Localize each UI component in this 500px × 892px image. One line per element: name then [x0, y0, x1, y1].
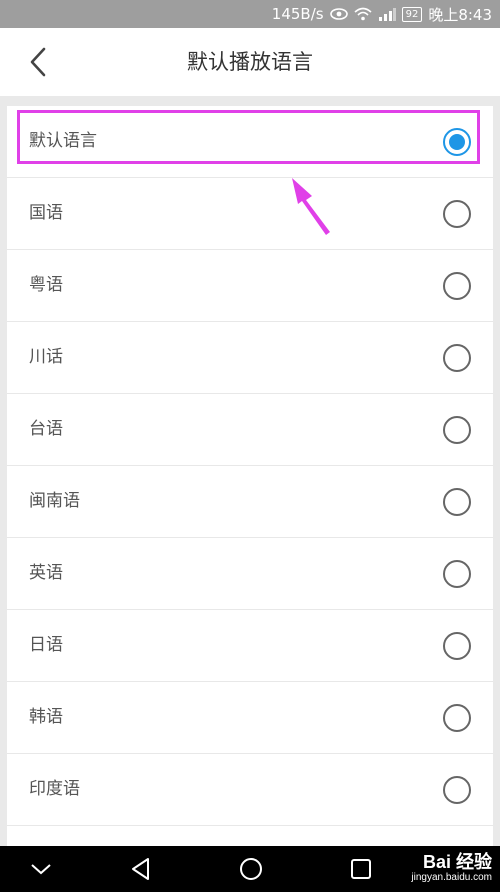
language-label: 粤语 — [29, 275, 63, 295]
app-header: 默认播放语言 — [0, 28, 500, 96]
clock: 晚上8:43 — [428, 5, 492, 24]
battery-indicator: 92 — [401, 6, 423, 22]
radio-button[interactable] — [443, 344, 471, 372]
language-option-mandarin[interactable]: 国语 — [7, 178, 493, 250]
cellular-signal-icon — [378, 7, 396, 21]
language-label: 川话 — [29, 347, 63, 367]
language-label: 印度语 — [29, 779, 80, 799]
language-label: 英语 — [29, 563, 63, 583]
language-option-taiwanese[interactable]: 台语 — [7, 394, 493, 466]
home-circle-icon[interactable] — [236, 854, 266, 884]
radio-button[interactable] — [443, 200, 471, 228]
language-option-korean[interactable]: 韩语 — [7, 682, 493, 754]
language-label: 台语 — [29, 419, 63, 439]
hide-keyboard-chevron-icon[interactable] — [26, 854, 56, 884]
language-option-japanese[interactable]: 日语 — [7, 610, 493, 682]
radio-button-checked[interactable] — [443, 128, 471, 156]
radio-button[interactable] — [443, 560, 471, 588]
back-button[interactable] — [20, 44, 56, 80]
radio-button[interactable] — [443, 488, 471, 516]
back-triangle-icon[interactable] — [126, 854, 156, 884]
language-option-default[interactable]: 默认语言 — [7, 106, 493, 178]
radio-button[interactable] — [443, 704, 471, 732]
watermark-sub: jingyan.baidu.com — [411, 872, 492, 883]
status-bar: 145B/s 92 晚上8:43 — [0, 0, 500, 28]
radio-button[interactable] — [443, 632, 471, 660]
recent-apps-square-icon[interactable] — [346, 854, 376, 884]
language-label: 默认语言 — [29, 131, 97, 151]
chevron-left-icon — [30, 47, 46, 77]
radio-button[interactable] — [443, 776, 471, 804]
language-option-minnan[interactable]: 闽南语 — [7, 466, 493, 538]
wifi-icon — [354, 7, 372, 21]
language-label: 闽南语 — [29, 491, 80, 511]
eye-icon — [329, 8, 348, 20]
language-label: 日语 — [29, 635, 63, 655]
language-label: 国语 — [29, 203, 63, 223]
language-option-sichuanese[interactable]: 川话 — [7, 322, 493, 394]
navigation-bar: Bai 经验 jingyan.baidu.com — [0, 846, 500, 892]
network-speed: 145B/s — [271, 5, 324, 23]
language-list: 默认语言 国语 粤语 川话 台语 闽南语 英语 日语 韩语 印度语 — [7, 106, 493, 846]
language-option-english[interactable]: 英语 — [7, 538, 493, 610]
watermark: Bai 经验 jingyan.baidu.com — [411, 852, 492, 884]
watermark-main: Bai 经验 — [422, 852, 492, 872]
list-item-partial[interactable] — [7, 826, 493, 846]
radio-button[interactable] — [443, 272, 471, 300]
language-option-cantonese[interactable]: 粤语 — [7, 250, 493, 322]
language-option-hindi[interactable]: 印度语 — [7, 754, 493, 826]
radio-button[interactable] — [443, 416, 471, 444]
language-label: 韩语 — [29, 707, 63, 727]
page-title: 默认播放语言 — [187, 50, 313, 74]
